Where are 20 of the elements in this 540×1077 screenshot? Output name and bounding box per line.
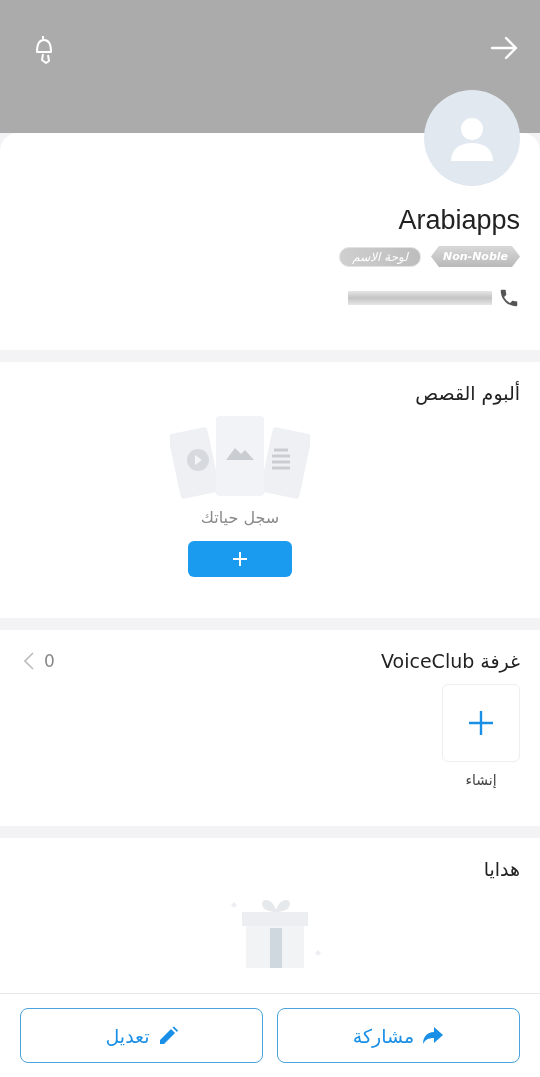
plus-icon [232, 551, 248, 567]
chevron-icon[interactable] [24, 652, 34, 670]
user-name: Arabiapps [398, 205, 520, 236]
section-title: هدايا [483, 858, 520, 880]
section-title: ألبوم القصص [415, 382, 520, 404]
add-button[interactable] [188, 541, 292, 577]
room-count: 0 [44, 651, 55, 671]
arrow-icon[interactable] [490, 34, 518, 62]
rank-badge: Non-Noble [430, 246, 520, 267]
edit-button[interactable]: تعديل [20, 1008, 263, 1063]
plus-icon [468, 710, 494, 736]
share-icon [422, 1025, 445, 1046]
empty-state-text: سجل حياتك [200, 508, 280, 527]
create-room-tile[interactable] [442, 684, 520, 762]
share-button[interactable]: مشاركة [277, 1008, 520, 1063]
section-title: غرفة VoiceClub [381, 650, 520, 672]
phone-icon [498, 287, 520, 309]
nameplate-badge: لوحة الاسم [339, 246, 421, 267]
create-label: إنشاء [464, 772, 498, 788]
pencil-icon [157, 1025, 178, 1046]
